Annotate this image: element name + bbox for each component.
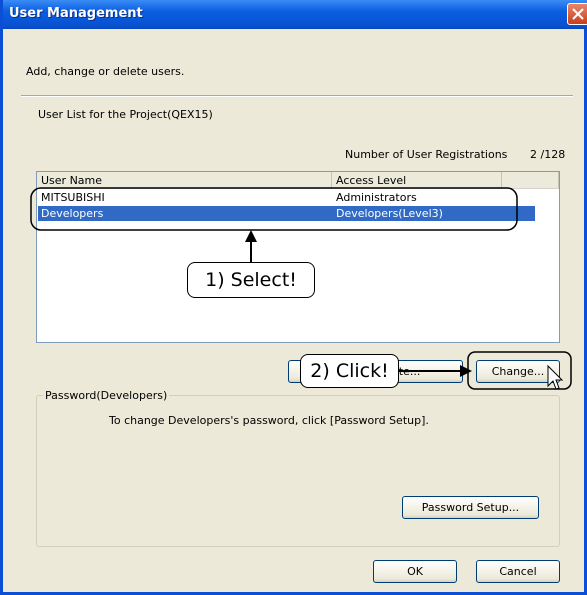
list-item-selected[interactable]: Developers Developers(Level3) bbox=[38, 206, 535, 221]
close-button[interactable] bbox=[567, 3, 587, 25]
user-name-cell: MITSUBISHI bbox=[41, 191, 105, 204]
ok-button[interactable]: OK bbox=[373, 560, 457, 583]
password-group-label: Password(Developers) bbox=[43, 389, 170, 402]
column-header-access-level[interactable]: Access Level bbox=[332, 172, 502, 189]
divider bbox=[21, 95, 573, 97]
close-icon bbox=[572, 8, 584, 20]
user-list[interactable]: User Name Access Level MITSUBISHI Admini… bbox=[36, 171, 560, 343]
select-callout: 1) Select! bbox=[187, 262, 315, 298]
title-bar: User Management bbox=[3, 0, 587, 29]
access-level-cell: Administrators bbox=[336, 191, 417, 204]
click-callout: 2) Click! bbox=[300, 354, 399, 388]
access-level-cell: Developers(Level3) bbox=[336, 207, 443, 220]
registrations-label: Number of User Registrations bbox=[345, 148, 508, 161]
change-button[interactable]: Change... bbox=[476, 360, 560, 383]
user-list-label: User List for the Project(QEX15) bbox=[38, 108, 213, 121]
registrations-count: 2 /128 bbox=[530, 148, 566, 161]
password-setup-button[interactable]: Password Setup... bbox=[402, 496, 539, 519]
cancel-button[interactable]: Cancel bbox=[476, 560, 560, 583]
password-instruction: To change Developers's password, click [… bbox=[109, 414, 429, 427]
column-header-user-name[interactable]: User Name bbox=[37, 172, 332, 189]
column-header-empty bbox=[502, 172, 559, 189]
window-title: User Management bbox=[9, 6, 143, 21]
intro-text: Add, change or delete users. bbox=[26, 65, 185, 78]
user-name-cell: Developers bbox=[41, 207, 104, 220]
list-item[interactable]: MITSUBISHI Administrators bbox=[38, 190, 535, 205]
